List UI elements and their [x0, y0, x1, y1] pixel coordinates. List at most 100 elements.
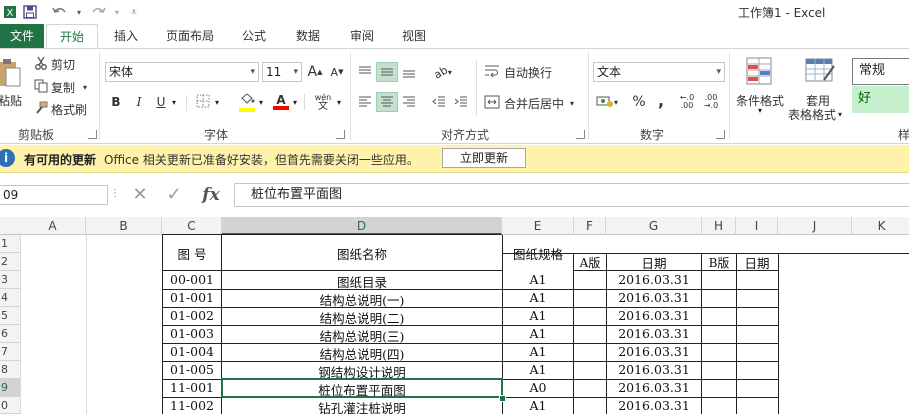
conditional-format-icon[interactable] [744, 56, 774, 86]
column-header-e[interactable]: E [502, 217, 574, 235]
name-box-options-icon[interactable]: ⋮ [110, 188, 120, 199]
cell-date[interactable]: 2016.03.31 [606, 398, 702, 413]
orientation-button[interactable]: ab ▾ [430, 62, 456, 82]
cell-drawing-no[interactable]: 01-002 [162, 308, 222, 323]
font-name-combo[interactable]: 宋体 ▾ [105, 62, 259, 82]
cell-date[interactable]: 2016.03.31 [606, 344, 702, 359]
italic-button[interactable]: I [128, 92, 150, 112]
row-header-1[interactable]: 1 [0, 235, 20, 253]
cell-date[interactable]: 2016.03.31 [606, 272, 702, 287]
shrink-font-button[interactable]: A ▼ [326, 62, 348, 82]
clipboard-launcher-icon[interactable] [88, 130, 97, 139]
header-drawing-spec[interactable]: 图纸规格 [502, 244, 574, 263]
conditional-format-dropdown-icon[interactable]: ▾ [758, 106, 762, 115]
tab-formulas[interactable]: 公式 [232, 24, 276, 48]
decrease-decimal-button[interactable]: .00 →.0 [700, 92, 722, 112]
tab-review[interactable]: 审阅 [340, 24, 384, 48]
cell-date[interactable]: 2016.03.31 [606, 362, 702, 377]
row-header-7[interactable]: 7 [0, 343, 20, 361]
percent-button[interactable]: % [628, 92, 650, 112]
header-b-version[interactable]: B版 [702, 254, 736, 271]
cell-spec[interactable]: A1 [502, 362, 574, 377]
cell-spec[interactable]: A1 [502, 344, 574, 359]
grow-font-button[interactable]: A ▲ [304, 62, 326, 82]
cell-drawing-name[interactable]: 结构总说明(三) [222, 326, 502, 345]
border-dropdown-icon[interactable]: ▾ [215, 98, 219, 107]
paste-button[interactable]: 粘贴 [0, 92, 22, 109]
comma-style-button[interactable]: , [650, 90, 672, 110]
cell-drawing-no[interactable]: 00-001 [162, 272, 222, 287]
cell-drawing-no[interactable]: 01-001 [162, 290, 222, 305]
table-format-dropdown-icon[interactable]: ▾ [838, 110, 842, 119]
cell-spec[interactable]: A1 [502, 308, 574, 323]
paste-icon[interactable] [0, 56, 22, 90]
copy-dropdown-icon[interactable]: ▾ [83, 83, 87, 92]
header-date-a[interactable]: 日期 [606, 253, 702, 272]
update-now-button[interactable]: 立即更新 [442, 148, 526, 168]
cut-button[interactable]: 剪切 [34, 56, 75, 73]
column-header-f[interactable]: F [574, 217, 606, 235]
fill-color-button[interactable] [236, 92, 258, 112]
name-box[interactable]: 09 [0, 185, 108, 205]
row-header-4[interactable]: 4 [0, 289, 20, 307]
cell-drawing-name[interactable]: 图纸目录 [222, 272, 502, 291]
increase-decimal-button[interactable]: ←.0.00 [676, 92, 698, 112]
underline-dropdown-icon[interactable]: ▾ [172, 98, 176, 107]
font-size-combo[interactable]: 11 ▾ [262, 62, 302, 82]
cell-date[interactable]: 2016.03.31 [606, 290, 702, 305]
redo-icon[interactable] [88, 2, 108, 22]
number-launcher-icon[interactable] [716, 130, 725, 139]
border-button[interactable] [192, 92, 214, 112]
header-a-version[interactable]: A版 [574, 254, 606, 271]
cell-drawing-no[interactable]: 11-001 [162, 380, 222, 395]
column-header-g[interactable]: G [606, 217, 702, 235]
header-date-b[interactable]: 日期 [736, 253, 778, 272]
row-header-10[interactable]: 0 [0, 397, 20, 414]
decrease-indent-button[interactable] [428, 92, 450, 112]
row-header-9[interactable]: 9 [0, 379, 20, 397]
row-header-8[interactable]: 8 [0, 361, 20, 379]
cell-drawing-name-selected[interactable]: 桩位布置平面图 [222, 380, 502, 399]
table-format-icon[interactable] [804, 56, 836, 86]
merge-center-button[interactable]: 合并后居中 ▾ [484, 95, 574, 112]
cell-drawing-no[interactable]: 01-004 [162, 344, 222, 359]
column-header-i[interactable]: I [736, 217, 778, 235]
font-color-dropdown-icon[interactable]: ▾ [293, 98, 297, 107]
row-header-3[interactable]: 3 [0, 271, 20, 289]
style-good[interactable]: 好 [852, 86, 909, 113]
align-right-button[interactable] [398, 92, 420, 112]
column-header-h[interactable]: H [702, 217, 736, 235]
column-header-c[interactable]: C [162, 217, 222, 235]
tab-file[interactable]: 文件 [0, 24, 44, 48]
cell-drawing-no[interactable]: 11-002 [162, 398, 222, 413]
row-header-6[interactable]: 6 [0, 325, 20, 343]
cell-drawing-no[interactable]: 01-005 [162, 362, 222, 377]
wrap-text-button[interactable]: 自动换行 [484, 64, 552, 81]
phonetic-button[interactable]: wén 文 [310, 92, 336, 112]
header-drawing-name[interactable]: 图纸名称 [222, 244, 502, 263]
number-format-combo[interactable]: 文本 ▾ [593, 62, 725, 82]
insert-function-icon[interactable]: fx [196, 183, 226, 207]
cell-spec[interactable]: A1 [502, 272, 574, 287]
cancel-icon[interactable]: ✕ [128, 183, 152, 207]
customize-icon[interactable]: ⩡ [124, 2, 144, 22]
merge-dropdown-icon[interactable]: ▾ [570, 99, 574, 108]
column-header-b[interactable]: B [86, 217, 162, 235]
row-header-5[interactable]: 5 [0, 307, 20, 325]
undo-dropdown-icon[interactable]: ▾ [69, 2, 89, 22]
column-header-j[interactable]: J [778, 217, 852, 235]
bold-button[interactable]: B [105, 92, 127, 112]
align-center-button[interactable] [376, 92, 398, 112]
cell-drawing-name[interactable]: 结构总说明(四) [222, 344, 502, 363]
accounting-format-button[interactable]: ▾ [593, 92, 621, 112]
row-header-2[interactable]: 2 [0, 253, 20, 271]
tab-data[interactable]: 数据 [286, 24, 330, 48]
cell-drawing-name[interactable]: 结构总说明(二) [222, 308, 502, 327]
tab-view[interactable]: 视图 [392, 24, 436, 48]
cell-date[interactable]: 2016.03.31 [606, 380, 702, 395]
header-drawing-no[interactable]: 图 号 [162, 244, 222, 263]
undo-icon[interactable] [50, 2, 70, 22]
align-left-button[interactable] [354, 92, 376, 112]
cell-date[interactable]: 2016.03.31 [606, 308, 702, 323]
align-top-button[interactable] [354, 62, 376, 82]
